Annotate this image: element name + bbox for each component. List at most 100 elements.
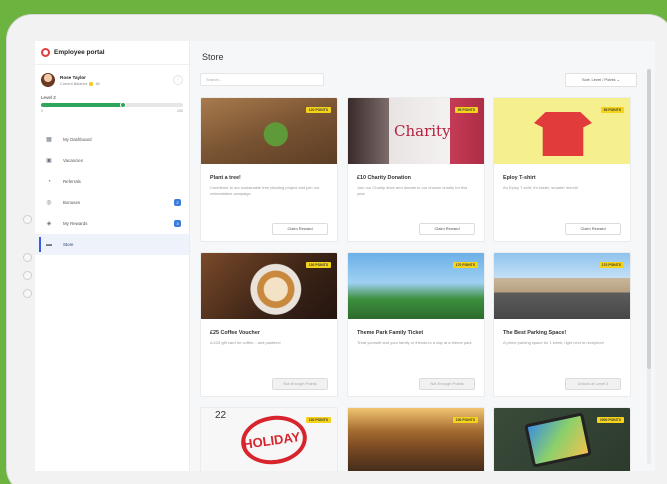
charity-image: Charity 95 POINTS (348, 98, 484, 164)
logo-icon (41, 48, 50, 57)
user-summary: Rose Taylor Current Balance 46 ⋮ (35, 65, 189, 87)
user-menu-button[interactable]: ⋮ (173, 75, 183, 85)
sidebar-item-label: Referrals (63, 179, 81, 184)
claim-reward-button[interactable]: Claim Reward (272, 223, 328, 235)
scrollbar-thumb[interactable] (647, 69, 651, 369)
dinner-image: 150 POINTS (348, 408, 484, 471)
reward-card[interactable]: 170 POINTS Theme Park Family Ticket Treat … (347, 252, 485, 397)
store-icon: ▬ (46, 241, 52, 248)
coin-icon (89, 81, 94, 86)
reward-card[interactable]: HOLIDAY 22 130 POINTS (200, 407, 338, 471)
sidebar-item-label: Bonuses (63, 200, 81, 205)
claim-reward-button[interactable]: Claim Reward (565, 223, 621, 235)
points-badge: 170 POINTS (598, 262, 624, 268)
reward-card[interactable]: 150 POINTS (347, 407, 485, 471)
disabled-reward-button[interactable]: Not Enough Points (272, 378, 328, 390)
sort-dropdown[interactable]: Sort: Level / Points ⌄ (565, 73, 637, 87)
date-number: 22 (215, 410, 227, 421)
points-badge: 95 POINTS (454, 107, 478, 113)
reward-card[interactable]: 95 POINTS Eploy T-shirt An Eploy T-shirt, … (493, 97, 631, 242)
dashboard-icon: ▦ (46, 137, 52, 143)
bonuses-icon: ◎ (46, 200, 52, 206)
level-progress-bar (41, 102, 183, 108)
card-title: Plant a tree! (210, 175, 241, 181)
tablet-button (23, 271, 32, 280)
search-input[interactable]: Search... (200, 73, 324, 86)
points-badge: 130 POINTS (305, 417, 331, 423)
points-badge: 120 POINTS (305, 107, 331, 113)
card-description: Contribute to our sustainable tree plant… (210, 185, 320, 196)
tshirt-shape (534, 112, 592, 156)
scrollbar[interactable] (647, 69, 651, 464)
vacancies-icon: ▣ (46, 158, 52, 164)
disabled-reward-button[interactable]: Not Enough Points (419, 378, 475, 390)
level-range: 0 250 (41, 109, 183, 113)
rewards-icon: ◈ (46, 221, 52, 227)
card-title: £10 Charity Donation (357, 175, 411, 181)
sidebar-nav: ▦ My Dashboard ▣ Vacancies ◔ Referrals ◎ Bonuse… (35, 129, 189, 255)
reward-card[interactable]: 170 POINTS The Best Parking Space! A prime… (493, 252, 631, 397)
app-name: Employee portal (54, 49, 105, 56)
tablet-image: 2000 POINTS (494, 408, 630, 471)
card-description: A £25 gift card for coffee... and pastri… (210, 340, 281, 345)
sidebar-item-my-rewards[interactable]: ◈ My Rewards 3 (35, 213, 189, 234)
tablet-device (524, 412, 592, 468)
parking-image: 170 POINTS (494, 253, 630, 319)
tablet-button (23, 253, 32, 262)
referrals-icon: ◔ (47, 178, 51, 185)
disabled-reward-button[interactable]: Unlock at Level 3 (565, 378, 621, 390)
reward-card[interactable]: 120 POINTS Plant a tree! Contribute to our… (200, 97, 338, 242)
level-progress-fill (41, 103, 124, 107)
plant-image: 120 POINTS (201, 98, 337, 164)
card-title: £25 Coffee Voucher (210, 330, 260, 336)
reward-card[interactable]: 130 POINTS £25 Coffee Voucher A £25 gift c… (200, 252, 338, 397)
claim-reward-button[interactable]: Claim Reward (419, 223, 475, 235)
sidebar-item-label: Vacancies (63, 158, 83, 163)
sidebar-item-referrals[interactable]: ◔ Referrals (35, 171, 189, 192)
user-name: Rose Taylor (60, 74, 86, 80)
avatar[interactable] (41, 73, 55, 87)
card-title: Eploy T-shirt (503, 175, 536, 181)
sidebar-item-my-dashboard[interactable]: ▦ My Dashboard (35, 129, 189, 150)
app-screen: Employee portal Rose Taylor Current Bala… (35, 41, 655, 471)
sidebar-item-label: Store (63, 242, 74, 247)
sidebar-item-vacancies[interactable]: ▣ Vacancies (35, 150, 189, 171)
coffee-image: 130 POINTS (201, 253, 337, 319)
level-progress-knob (120, 102, 127, 108)
tablet-button (23, 215, 32, 224)
card-title: Theme Park Family Ticket (357, 330, 424, 336)
sidebar-item-store[interactable]: ▬ Store (35, 234, 189, 255)
level-max: 250 (177, 109, 183, 113)
count-badge: 2 (174, 199, 181, 206)
sidebar: Employee portal Rose Taylor Current Bala… (35, 41, 190, 471)
reward-card[interactable]: Charity 95 POINTS £10 Charity Donation Join… (347, 97, 485, 242)
app-logo[interactable]: Employee portal (35, 41, 189, 65)
points-badge: 170 POINTS (452, 262, 478, 268)
reward-card[interactable]: 2000 POINTS (493, 407, 631, 471)
main-content: Store Search... Sort: Level / Points ⌄ 1… (190, 41, 655, 471)
level-label: Level 2 (41, 95, 56, 100)
balance-value: 46 (95, 81, 100, 86)
charity-word: Charity (394, 122, 451, 140)
points-badge: 2000 POINTS (596, 417, 624, 423)
sidebar-item-bonuses[interactable]: ◎ Bonuses 2 (35, 192, 189, 213)
sidebar-item-label: My Dashboard (63, 137, 92, 142)
card-description: A prime parking space for 1 week, right … (503, 340, 604, 345)
balance-label: Current Balance (60, 81, 88, 86)
card-description: Treat yourself and your family or friend… (357, 340, 472, 345)
balance-row: Current Balance 46 (60, 81, 100, 86)
points-badge: 150 POINTS (452, 417, 478, 423)
card-title: The Best Parking Space! (503, 330, 567, 336)
tshirt-image: 95 POINTS (494, 98, 630, 164)
tablet-button (23, 289, 32, 298)
points-badge: 95 POINTS (600, 107, 624, 113)
holiday-image: HOLIDAY 22 130 POINTS (201, 408, 337, 471)
sidebar-item-label: My Rewards (63, 221, 88, 226)
count-badge: 3 (174, 220, 181, 227)
card-description: Join our Charity drive and donate to our… (357, 185, 468, 196)
page-title: Store (202, 52, 224, 62)
themepark-image: 170 POINTS (348, 253, 484, 319)
level-min: 0 (41, 109, 43, 113)
card-description: An Eploy T-shirt, it's faster, smarter m… (503, 185, 579, 190)
points-badge: 130 POINTS (305, 262, 331, 268)
